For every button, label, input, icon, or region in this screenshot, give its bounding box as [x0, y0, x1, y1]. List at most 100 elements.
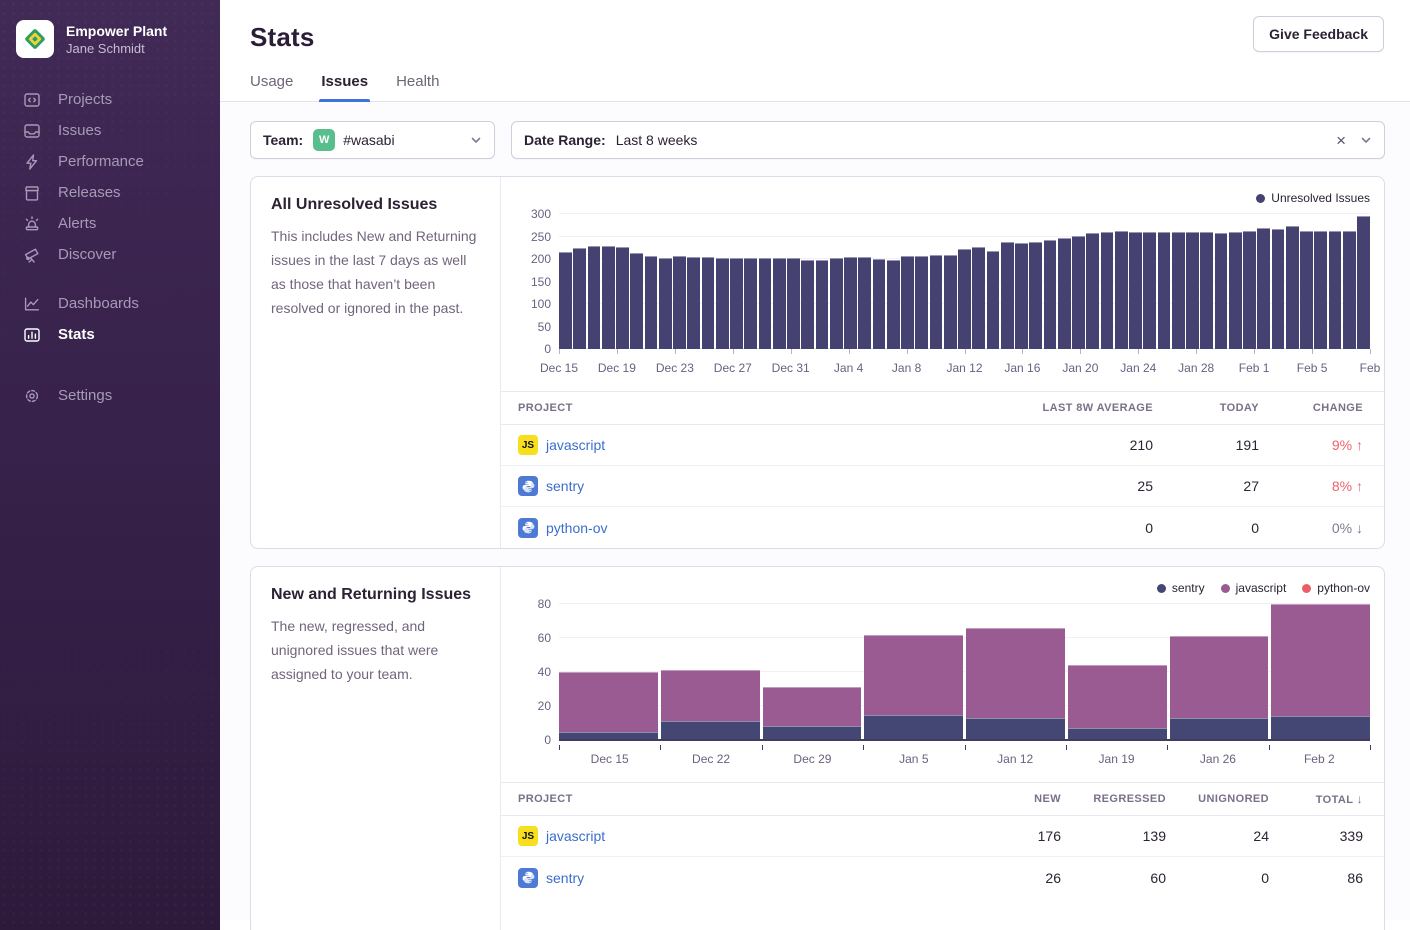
org-switcher[interactable]: Empower Plant Jane Schmidt — [16, 20, 204, 58]
sidebar-item-label: Settings — [58, 387, 112, 404]
x-axis-tick-label: Dec 15 — [540, 361, 578, 375]
x-axis-tick — [863, 745, 864, 750]
bar — [944, 255, 957, 349]
x-axis-tick-label: Jan 12 — [946, 361, 982, 375]
sidebar-item-stats[interactable]: Stats — [0, 319, 220, 350]
bar — [1101, 232, 1114, 349]
bar — [1015, 243, 1028, 349]
bar — [716, 258, 729, 349]
column-header-total[interactable]: Total ↓ — [1269, 792, 1363, 806]
bar — [673, 256, 686, 349]
bar — [1058, 238, 1071, 349]
y-axis-tick-label: 50 — [538, 320, 551, 334]
x-axis-tick — [1066, 745, 1067, 750]
bar — [1172, 232, 1185, 350]
new-returning-issues-chart[interactable]: sentry javascript python-ov 020406080 Dec 15… — [513, 578, 1372, 772]
chart-plot[interactable]: 020406080 — [559, 604, 1370, 740]
x-axis-tick-label: Dec 15 — [591, 752, 629, 766]
sort-desc-icon: ↓ — [1357, 792, 1363, 806]
sidebar-item-performance[interactable]: Performance — [0, 146, 220, 177]
team-label: Team: — [263, 132, 303, 148]
sidebar-item-settings[interactable]: Settings — [0, 380, 220, 411]
sidebar-item-releases[interactable]: Releases — [0, 177, 220, 208]
x-axis-tick-label: Jan 16 — [1004, 361, 1040, 375]
table-cell: 0 — [1153, 520, 1259, 536]
bar — [887, 260, 900, 349]
date-range-select[interactable]: Date Range: Last 8 weeks × — [511, 121, 1385, 159]
table-cell: 0 — [988, 520, 1153, 536]
y-axis-tick-label: 20 — [538, 699, 551, 713]
x-axis-tick-label: Jan 12 — [997, 752, 1033, 766]
stacked-bar — [1170, 636, 1269, 740]
legend-item-javascript[interactable]: javascript — [1221, 581, 1287, 595]
project-link-sentry[interactable]: sentry — [546, 478, 584, 494]
stacked-bar — [763, 687, 862, 740]
bar — [972, 247, 985, 349]
bar — [588, 246, 601, 349]
bar — [858, 257, 871, 349]
bar — [987, 251, 1000, 350]
table-cell: 176 — [969, 828, 1061, 844]
sidebar-item-projects[interactable]: Projects — [0, 84, 220, 115]
x-axis-tick-label: Dec 19 — [598, 361, 636, 375]
table-cell: 191 — [1153, 437, 1259, 453]
project-link-javascript[interactable]: javascript — [546, 828, 605, 844]
project-link-sentry[interactable]: sentry — [546, 870, 584, 886]
x-axis-tick — [559, 745, 560, 750]
y-axis-tick-label: 40 — [538, 665, 551, 679]
sidebar-item-dashboards[interactable]: Dashboards — [0, 288, 220, 319]
x-axis-tick — [559, 349, 560, 354]
tab-usage[interactable]: Usage — [250, 73, 293, 101]
user-name: Jane Schmidt — [66, 40, 167, 57]
bar — [573, 248, 586, 349]
legend-item-sentry[interactable]: sentry — [1157, 581, 1205, 595]
sidebar-item-issues[interactable]: Issues — [0, 115, 220, 146]
table-cell: 0 — [1166, 870, 1269, 886]
sidebar-item-label: Releases — [58, 184, 121, 201]
team-avatar: W — [313, 129, 335, 151]
legend-dot-icon — [1256, 194, 1265, 203]
x-axis: Dec 15Dec 22Dec 29Jan 5Jan 12Jan 19Jan 2… — [559, 744, 1370, 772]
stacked-bar — [864, 635, 963, 740]
x-axis-tick — [849, 349, 850, 354]
unresolved-issues-chart[interactable]: Unresolved Issues 050100150200250300 Dec 1… — [513, 188, 1372, 381]
tab-health[interactable]: Health — [396, 73, 439, 101]
bar — [616, 247, 629, 349]
bar — [1257, 228, 1270, 350]
x-axis-line — [559, 739, 1370, 741]
project-link-python-ov[interactable]: python-ov — [546, 520, 607, 536]
give-feedback-button[interactable]: Give Feedback — [1253, 16, 1384, 52]
bar-segment-javascript — [1271, 604, 1370, 716]
tab-issues[interactable]: Issues — [321, 73, 368, 101]
project-link-javascript[interactable]: javascript — [546, 437, 605, 453]
bar — [659, 258, 672, 349]
panel-description: The new, regressed, and unignored issues… — [271, 614, 480, 686]
sidebar-item-discover[interactable]: Discover — [0, 239, 220, 270]
sidebar-item-alerts[interactable]: Alerts — [0, 208, 220, 239]
clear-date-icon[interactable]: × — [1336, 132, 1346, 149]
bar-segment-sentry — [864, 715, 963, 741]
table-cell: 60 — [1061, 870, 1166, 886]
x-axis-tick — [1167, 745, 1168, 750]
page-title: Stats — [250, 22, 1380, 53]
x-axis-tick-label: Jan 4 — [834, 361, 863, 375]
bar — [1158, 232, 1171, 350]
bar — [744, 258, 757, 349]
table-cell: 339 — [1269, 828, 1363, 844]
legend-item-python-ov[interactable]: python-ov — [1302, 581, 1370, 595]
y-axis-tick-label: 60 — [538, 631, 551, 645]
column-header-regressed: Regressed — [1061, 793, 1166, 805]
new-returning-issues-table: ProjectNewRegressedUnignoredTotal ↓JSjav… — [501, 782, 1384, 898]
bar-segment-sentry — [661, 721, 760, 740]
bar — [773, 258, 786, 349]
bar — [915, 256, 928, 349]
chart-plot[interactable]: 050100150200250300 — [559, 214, 1370, 349]
x-axis-tick — [617, 349, 618, 354]
team-select[interactable]: Team: W #wasabi — [250, 121, 495, 159]
legend-item-unresolved-issues[interactable]: Unresolved Issues — [1256, 191, 1370, 205]
x-axis-tick-label: Dec 22 — [692, 752, 730, 766]
x-axis-tick-label: Feb — [1360, 361, 1381, 375]
bar — [1300, 231, 1313, 349]
panel-all-unresolved-issues: All Unresolved Issues This includes New … — [250, 176, 1385, 549]
column-header-today: Today — [1153, 402, 1259, 414]
